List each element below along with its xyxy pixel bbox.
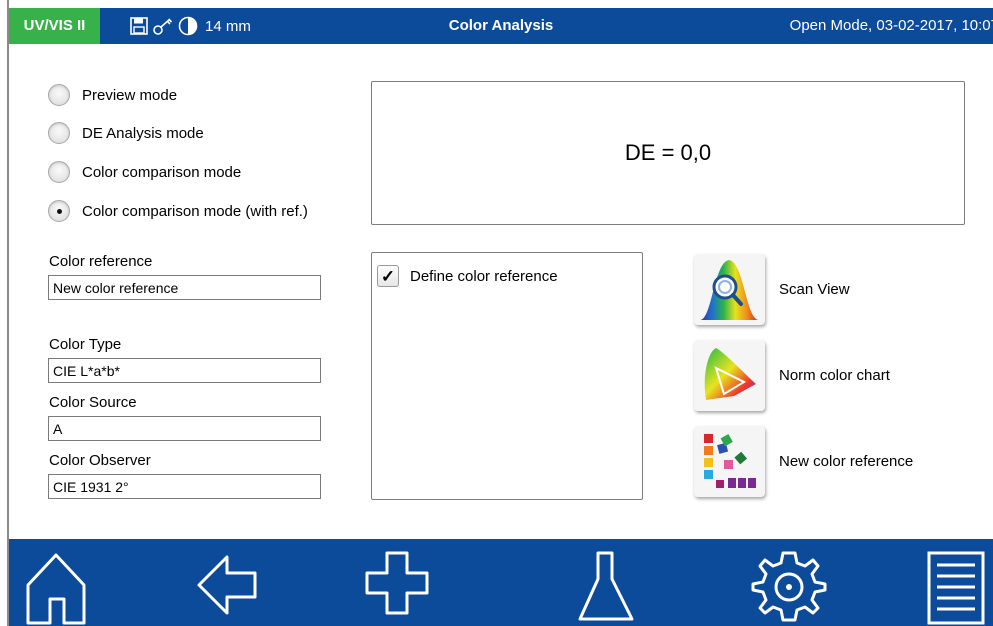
color-source-label: Color Source: [49, 394, 137, 411]
back-icon[interactable]: [195, 545, 259, 625]
device-brand: UV/VIS II: [9, 8, 100, 44]
color-reference-field[interactable]: [48, 275, 321, 300]
timer-icon: [178, 16, 198, 36]
norm-color-chart-icon[interactable]: [694, 340, 765, 411]
radio-de-analysis-mode[interactable]: DE Analysis mode: [48, 118, 204, 148]
color-type-label: Color Type: [49, 336, 122, 353]
status-icons: 14 mm: [130, 14, 251, 38]
de-result-value: DE = 0,0: [624, 140, 712, 165]
color-observer-label: Color Observer: [49, 452, 151, 469]
radio-button-selected[interactable]: [48, 200, 70, 222]
scan-view-icon[interactable]: [694, 254, 765, 325]
radio-label: DE Analysis mode: [82, 124, 204, 142]
de-result-display: DE = 0,0: [371, 81, 965, 225]
radio-button[interactable]: [48, 161, 70, 183]
color-source-field[interactable]: [48, 416, 321, 441]
radio-color-comparison-with-ref[interactable]: Color comparison mode (with ref.): [48, 196, 308, 226]
reference-panel: ✓ Define color reference: [371, 252, 643, 500]
settings-icon[interactable]: [751, 545, 827, 625]
color-reference-label: Color reference: [49, 253, 153, 270]
new-color-reference-button[interactable]: New color reference: [694, 426, 913, 497]
color-swatch-icon[interactable]: [694, 426, 765, 497]
menu-icon[interactable]: [925, 545, 989, 625]
scan-view-button[interactable]: Scan View: [694, 254, 850, 325]
cuvette-size: 14 mm: [205, 17, 251, 35]
home-icon[interactable]: [24, 545, 88, 625]
define-color-reference-checkbox[interactable]: ✓: [377, 265, 399, 287]
key-icon[interactable]: [152, 16, 174, 36]
mode-datetime: Open Mode, 03-02-2017, 10:07: [789, 17, 993, 34]
radio-color-comparison-mode[interactable]: Color comparison mode: [48, 157, 241, 187]
radio-button[interactable]: [48, 84, 70, 106]
radio-label: Color comparison mode (with ref.): [82, 202, 308, 220]
add-icon[interactable]: [365, 545, 429, 625]
scan-view-label: Scan View: [779, 281, 850, 298]
norm-color-chart-button[interactable]: Norm color chart: [694, 340, 890, 411]
bottom-nav-bar: [9, 539, 993, 626]
save-icon[interactable]: [130, 17, 148, 35]
header-bar: Color Analysis UV/VIS II 14 mm Open Mode…: [9, 8, 993, 44]
radio-label: Color comparison mode: [82, 163, 242, 181]
define-color-reference-option[interactable]: ✓ Define color reference: [377, 265, 558, 287]
color-type-field[interactable]: [48, 358, 321, 383]
radio-button[interactable]: [48, 122, 70, 144]
norm-color-chart-label: Norm color chart: [779, 367, 890, 384]
color-observer-field[interactable]: [48, 474, 321, 499]
flask-icon[interactable]: [574, 545, 638, 625]
window-left-frame: [0, 0, 9, 626]
new-color-reference-label: New color reference: [779, 453, 914, 470]
radio-preview-mode[interactable]: Preview mode: [48, 80, 177, 110]
checkbox-label: Define color reference: [410, 267, 558, 285]
radio-label: Preview mode: [82, 86, 178, 104]
